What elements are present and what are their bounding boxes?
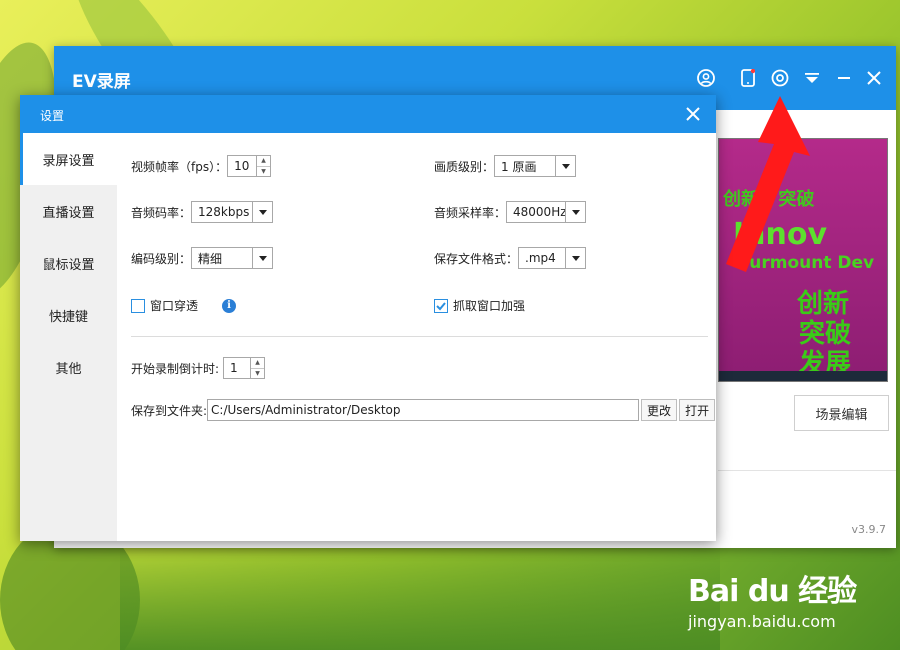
chevron-down-icon[interactable]	[555, 156, 575, 176]
settings-icon[interactable]	[770, 68, 790, 88]
encode-level-row: 编码级别： 精细	[131, 247, 274, 269]
audio-bitrate-select[interactable]: 128kbps	[191, 201, 274, 223]
dropdown-icon[interactable]	[802, 68, 822, 88]
fps-value: 10	[234, 159, 250, 173]
countdown-row: 开始录制倒计时: 1 ▲ ▼	[131, 357, 266, 379]
audio-bitrate-row: 音频码率： 128kbps	[131, 201, 274, 223]
divider	[131, 336, 708, 337]
checkmark-icon	[436, 301, 446, 310]
sample-rate-label: 音频采样率：	[434, 205, 507, 220]
capture-enhance-row: 抓取窗口加强	[434, 297, 525, 314]
dialog-title: 设置	[40, 109, 65, 123]
fps-row: 视频帧率（fps）： 10 ▲ ▼	[131, 155, 272, 177]
save-folder-input[interactable]: C:/Users/Administrator/Desktop	[207, 399, 640, 421]
countdown-label: 开始录制倒计时:	[131, 361, 220, 376]
file-format-value: .mp4	[525, 251, 556, 265]
close-icon[interactable]	[864, 68, 884, 88]
settings-panel: 视频帧率（fps）： 10 ▲ ▼ 画质级别： 1 原画 音频码率： 128kbp…	[117, 133, 716, 541]
sidebar-item-other[interactable]: 其他	[20, 341, 117, 393]
scene-edit-button[interactable]: 场景编辑	[794, 395, 889, 431]
spin-down-icon[interactable]: ▼	[251, 367, 265, 379]
quality-value: 1 原画	[501, 159, 537, 174]
annotation-arrow-icon	[726, 96, 810, 272]
baidu-watermark: Bai du 经验 jingyan.baidu.com	[688, 566, 857, 631]
user-icon[interactable]	[696, 68, 716, 88]
window-through-checkbox[interactable]	[131, 298, 145, 313]
info-icon[interactable]: i	[222, 298, 237, 313]
dialog-titlebar: 设置	[20, 95, 716, 133]
settings-dialog: 设置 录屏设置 直播设置 鼠标设置 快捷键 其他 视频帧率（fps）： 10 ▲…	[20, 95, 716, 541]
spin-down-icon[interactable]: ▼	[257, 165, 271, 177]
app-title: EV录屏	[72, 72, 131, 92]
save-folder-value: C:/Users/Administrator/Desktop	[211, 403, 401, 417]
countdown-spin-buttons[interactable]: ▲ ▼	[250, 358, 265, 379]
change-folder-button[interactable]: 更改	[641, 399, 678, 421]
open-folder-button[interactable]: 打开	[679, 399, 716, 421]
save-folder-row: 保存到文件夹: C:/Users/Administrator/Desktop 更…	[131, 399, 716, 421]
window-through-row: 窗口穿透 i	[131, 297, 237, 314]
audio-bitrate-value: 128kbps	[198, 205, 250, 219]
watermark-url: jingyan.baidu.com	[688, 612, 836, 631]
chevron-down-icon[interactable]	[565, 248, 585, 268]
file-format-row: 保存文件格式： .mp4	[434, 247, 587, 269]
sidebar-item-mouse-settings[interactable]: 鼠标设置	[20, 237, 117, 289]
sidebar-item-hotkeys[interactable]: 快捷键	[20, 289, 117, 341]
minimize-icon[interactable]	[834, 68, 854, 88]
fps-spin-buttons[interactable]: ▲ ▼	[256, 156, 271, 177]
sample-rate-select[interactable]: 48000Hz	[506, 201, 587, 223]
capture-enhance-label: 抓取窗口加强	[453, 299, 526, 313]
sample-rate-value: 48000Hz	[513, 205, 566, 219]
quality-row: 画质级别： 1 原画	[434, 155, 577, 177]
watermark-logo: Bai du 经验	[688, 574, 857, 609]
quality-label: 画质级别：	[434, 159, 495, 174]
fps-stepper[interactable]: 10 ▲ ▼	[227, 155, 272, 177]
settings-sidebar: 录屏设置 直播设置 鼠标设置 快捷键 其他	[20, 133, 117, 541]
sidebar-item-live-settings[interactable]: 直播设置	[20, 185, 117, 237]
version-label: v3.9.7	[851, 523, 887, 536]
encode-level-value: 精细	[198, 251, 223, 266]
encode-level-label: 编码级别：	[131, 251, 192, 266]
chevron-down-icon[interactable]	[252, 202, 272, 222]
file-format-label: 保存文件格式：	[434, 251, 519, 266]
file-format-select[interactable]: .mp4	[518, 247, 587, 269]
audio-bitrate-label: 音频码率：	[131, 205, 192, 220]
sidebar-item-record-settings[interactable]: 录屏设置	[20, 133, 117, 185]
spin-up-icon[interactable]: ▲	[251, 358, 264, 368]
spin-up-icon[interactable]: ▲	[257, 156, 270, 166]
phone-icon[interactable]	[738, 68, 758, 88]
divider	[718, 470, 896, 471]
dialog-close-icon[interactable]	[682, 103, 704, 125]
capture-enhance-checkbox[interactable]	[434, 298, 448, 313]
chevron-down-icon[interactable]	[252, 248, 272, 268]
countdown-value: 1	[230, 361, 238, 375]
fps-label: 视频帧率（fps）：	[131, 159, 228, 174]
countdown-stepper[interactable]: 1 ▲ ▼	[223, 357, 266, 379]
window-through-label: 窗口穿透	[150, 299, 199, 313]
preview-taskbar	[719, 371, 887, 381]
encode-level-select[interactable]: 精细	[191, 247, 274, 269]
sample-rate-row: 音频采样率： 48000Hz	[434, 201, 587, 223]
chevron-down-icon[interactable]	[565, 202, 585, 222]
quality-select[interactable]: 1 原画	[494, 155, 577, 177]
desktop-grass	[120, 540, 720, 650]
save-folder-label: 保存到文件夹:	[131, 403, 208, 418]
